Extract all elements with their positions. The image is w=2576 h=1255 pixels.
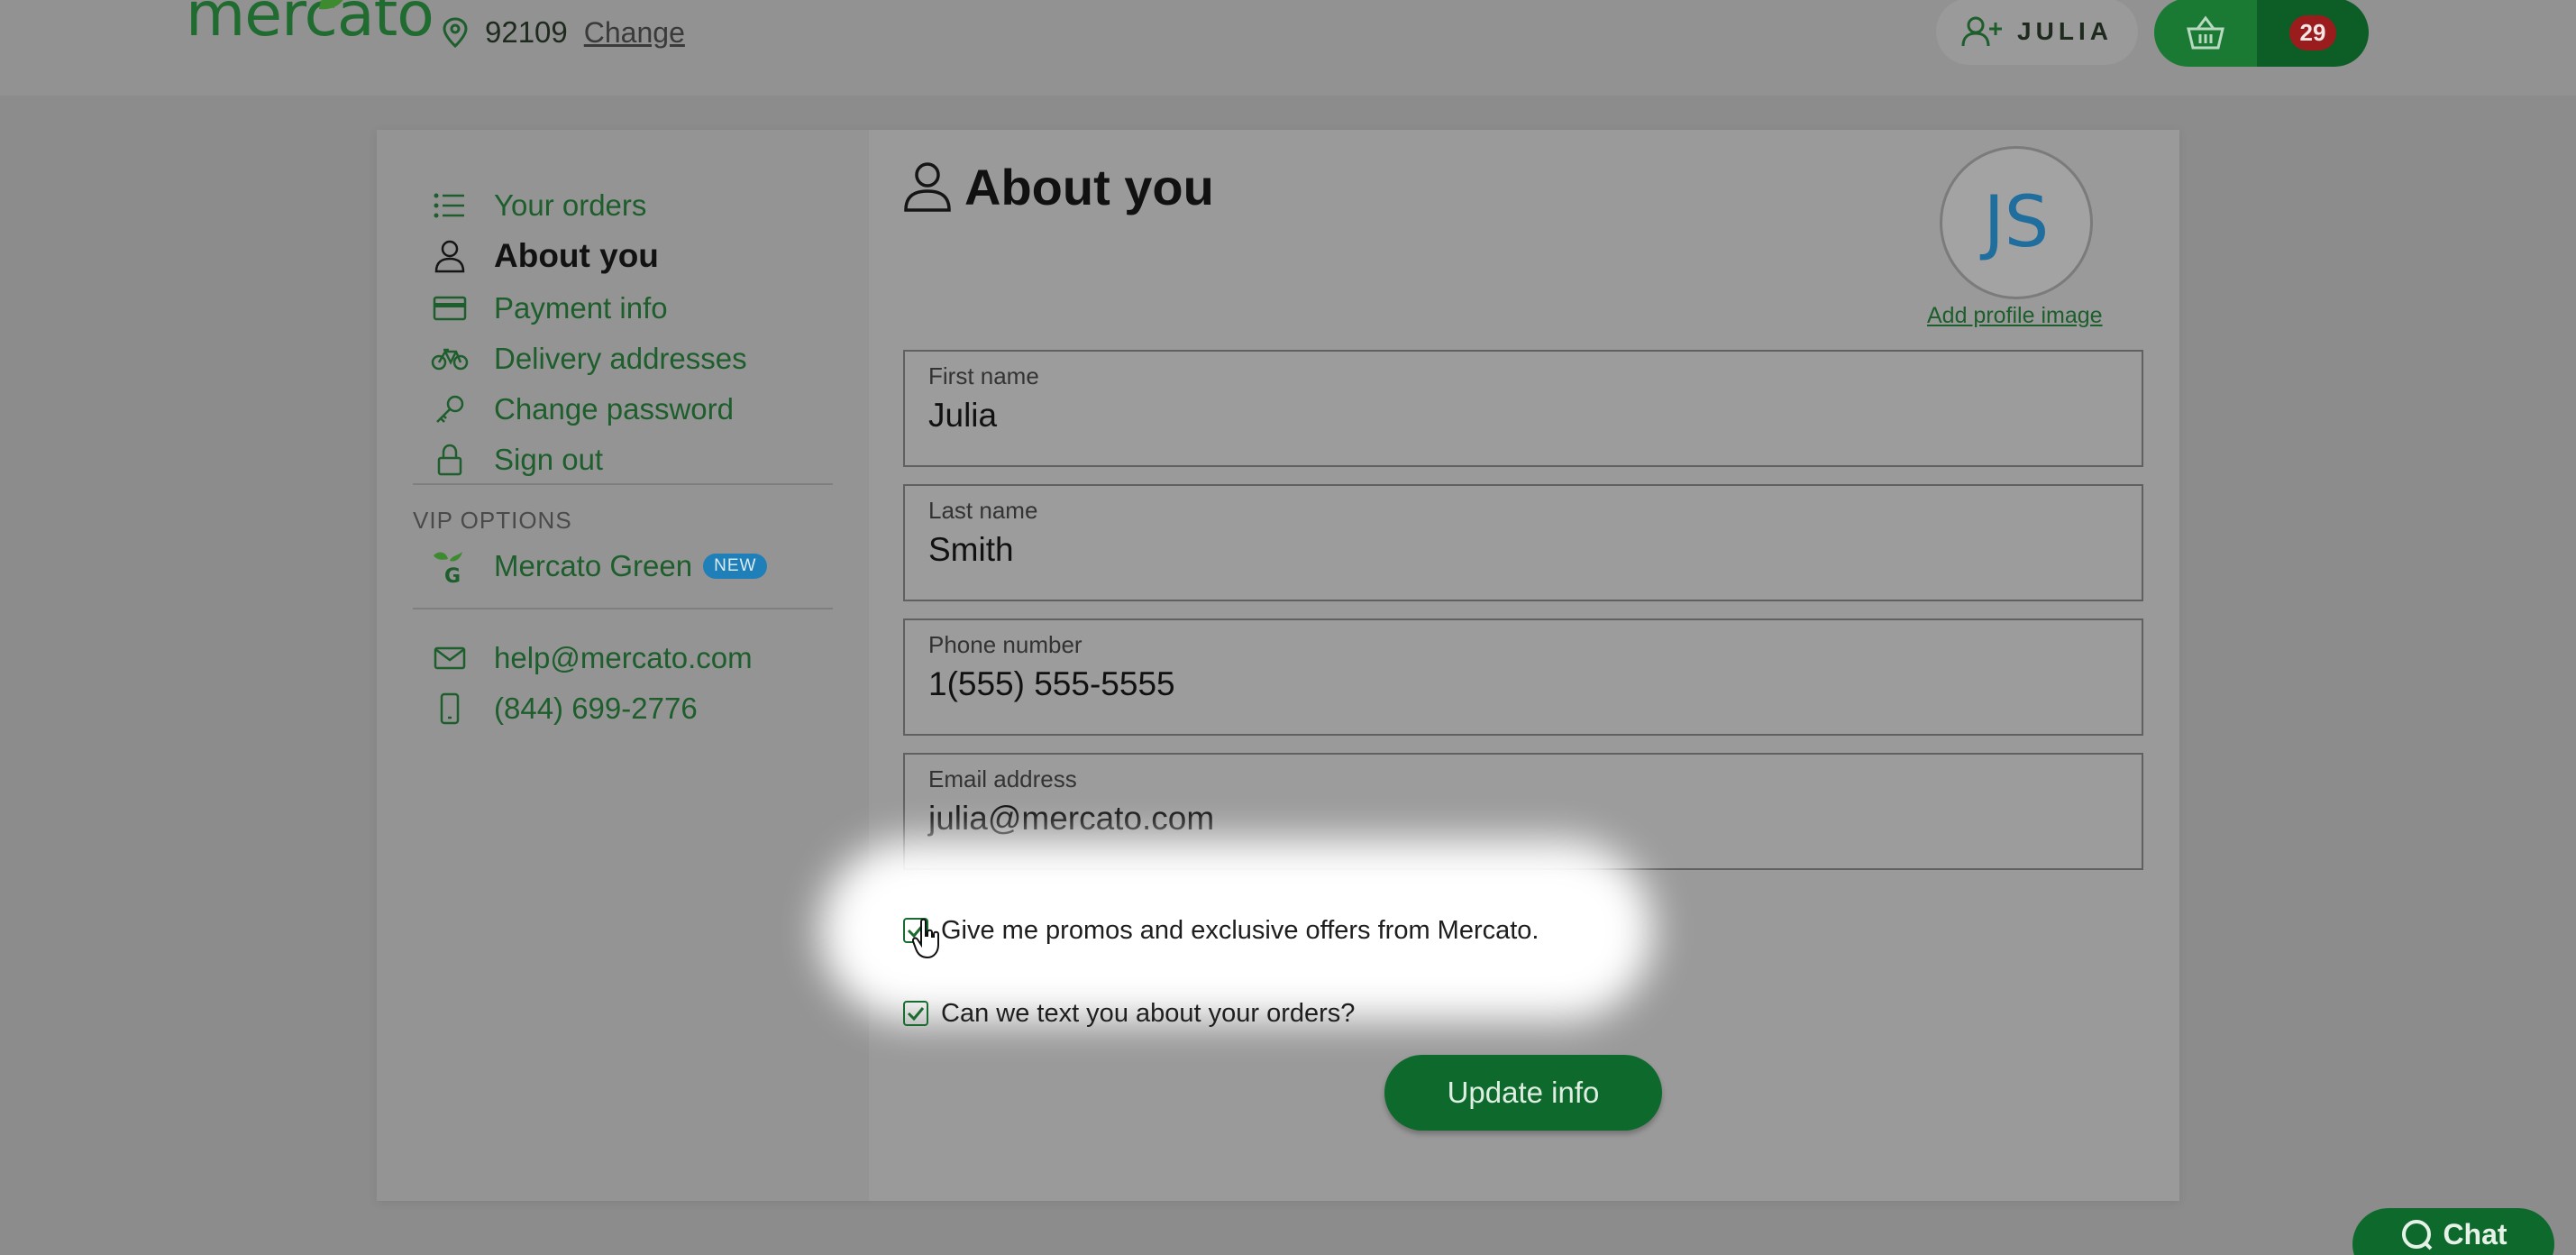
sidebar-item-label: Your orders	[494, 188, 647, 222]
sidebar-item-label: Delivery addresses	[494, 342, 747, 375]
field-value[interactable]: julia@mercato.com	[928, 800, 1214, 838]
avatar[interactable]: JS	[1940, 146, 2093, 299]
mercato-logo[interactable]: mercato	[186, 0, 434, 56]
add-profile-image-link[interactable]: Add profile image	[1927, 303, 2103, 329]
text-orders-checkbox[interactable]	[903, 1001, 928, 1026]
top-header: mercato 92109 Change JULIA 29	[0, 0, 2576, 96]
credit-card-icon	[431, 289, 469, 327]
basket-icon	[2187, 15, 2224, 50]
account-sidebar: Your orders About you Payment info Deliv…	[377, 130, 869, 1201]
chat-bubble-icon	[2402, 1220, 2433, 1250]
cart-basket-area	[2154, 0, 2257, 67]
change-location-link[interactable]: Change	[584, 16, 685, 50]
sidebar-item-label: Sign out	[494, 443, 604, 476]
mercato-green-logo-icon: G	[431, 547, 469, 585]
cart-button[interactable]: 29	[2154, 0, 2369, 67]
new-badge: NEW	[703, 554, 768, 579]
sidebar-item-label: (844) 699-2776	[494, 692, 698, 725]
promos-checkbox-row[interactable]: Give me promos and exclusive offers from…	[903, 912, 1539, 948]
phone-icon	[431, 690, 469, 728]
chat-button[interactable]: Chat	[2352, 1208, 2554, 1255]
lock-icon	[431, 441, 469, 479]
zip-code: 92109	[485, 15, 568, 49]
page-title-text: About you	[964, 158, 1214, 215]
bicycle-icon	[431, 340, 469, 378]
sidebar-item-payment-info[interactable]: Payment info	[431, 289, 668, 328]
sidebar-item-label: About you	[494, 237, 659, 274]
chat-label: Chat	[2443, 1217, 2507, 1250]
checkmark-icon	[907, 1007, 925, 1021]
field-value[interactable]: Smith	[928, 531, 1014, 569]
sidebar-item-delivery-addresses[interactable]: Delivery addresses	[431, 339, 747, 379]
text-orders-checkbox-row[interactable]: Can we text you about your orders?	[903, 995, 1355, 1031]
phone-number-field[interactable]: Phone number 1(555) 555-5555	[903, 618, 2143, 736]
sidebar-item-your-orders[interactable]: Your orders	[431, 186, 646, 225]
field-label: Email address	[928, 765, 1077, 792]
update-info-button[interactable]: Update info	[1384, 1055, 1662, 1131]
cart-count-area: 29	[2257, 0, 2369, 67]
cart-count-badge: 29	[2288, 14, 2337, 50]
sidebar-item-label: Change password	[494, 392, 734, 426]
sidebar-item-about-you[interactable]: About you	[431, 236, 659, 276]
about-you-panel: About you JS Add profile image First nam…	[869, 130, 2179, 1201]
sidebar-item-help-email[interactable]: help@mercato.com	[431, 638, 753, 678]
leaf-icon	[319, 0, 343, 10]
first-name-field[interactable]: First name Julia	[903, 350, 2143, 467]
field-label: First name	[928, 362, 1039, 389]
sidebar-divider	[413, 608, 833, 609]
svg-text:G: G	[444, 565, 461, 584]
sidebar-item-change-password[interactable]: Change password	[431, 389, 734, 429]
sidebar-item-mercato-green[interactable]: G Mercato Green NEW	[431, 546, 768, 586]
text-orders-checkbox-label: Can we text you about your orders?	[941, 998, 1356, 1028]
hand-cursor-icon	[912, 918, 939, 959]
user-account-button[interactable]: JULIA	[1936, 0, 2138, 65]
last-name-field[interactable]: Last name Smith	[903, 484, 2143, 601]
sidebar-divider	[413, 483, 833, 485]
sidebar-item-label: help@mercato.com	[494, 641, 753, 674]
sidebar-item-label: Mercato Green	[494, 549, 693, 582]
sidebar-item-phone[interactable]: (844) 699-2776	[431, 689, 698, 728]
sidebar-item-sign-out[interactable]: Sign out	[431, 440, 603, 480]
map-pin-icon	[443, 17, 468, 48]
list-icon	[431, 187, 469, 224]
user-name: JULIA	[2017, 17, 2113, 45]
user-icon	[904, 162, 951, 212]
page-title: About you	[903, 155, 1214, 218]
envelope-icon	[431, 639, 469, 677]
field-label: Phone number	[928, 631, 1082, 658]
field-value[interactable]: Julia	[928, 397, 997, 435]
key-icon	[431, 390, 469, 428]
field-label: Last name	[928, 497, 1038, 524]
account-card: Your orders About you Payment info Deliv…	[377, 130, 2179, 1201]
field-value[interactable]: 1(555) 555-5555	[928, 665, 1175, 703]
sidebar-item-label: Payment info	[494, 291, 668, 325]
vip-options-heading: VIP OPTIONS	[413, 507, 572, 534]
user-icon	[431, 237, 469, 275]
user-plus-icon	[1961, 16, 2003, 47]
promos-checkbox-label: Give me promos and exclusive offers from…	[941, 915, 1539, 945]
delivery-location: 92109 Change	[442, 11, 685, 54]
